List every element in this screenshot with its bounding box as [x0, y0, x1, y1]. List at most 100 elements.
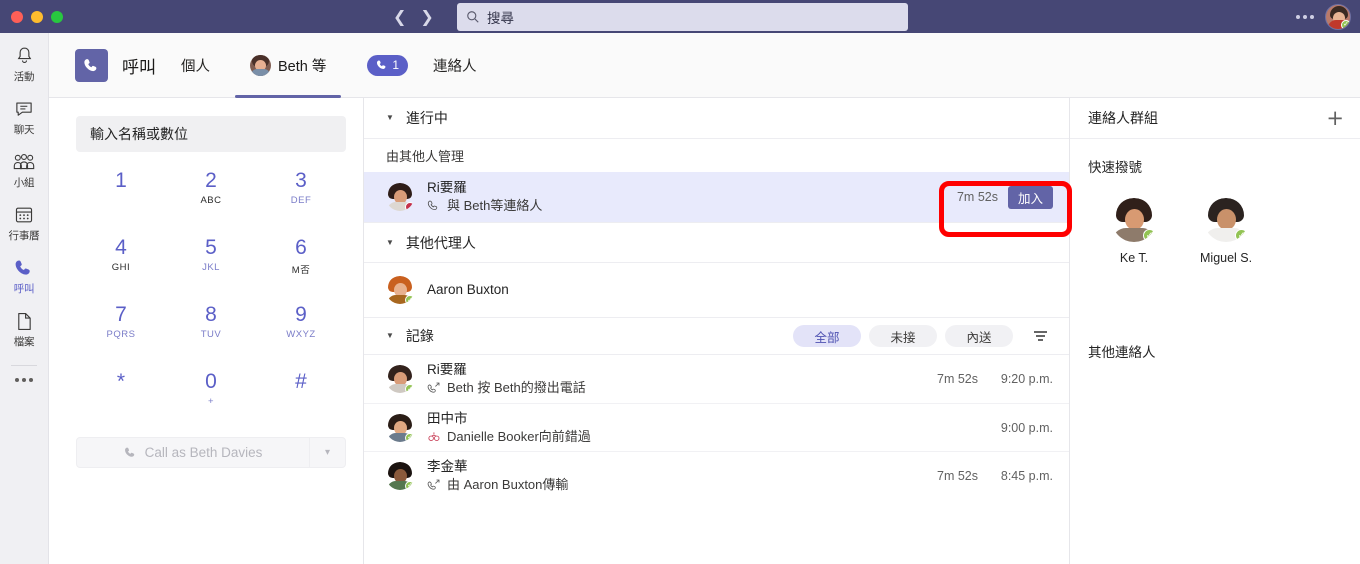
key-number: 5 [205, 236, 217, 259]
key-7[interactable]: 7 PQRS [76, 302, 166, 359]
contact-name: Ke T. [1119, 251, 1149, 265]
key-8[interactable]: 8 TUV [166, 302, 256, 359]
avatar: ✓ [386, 365, 414, 393]
dialpad-panel: 輸入名稱或數位 1 2 ABC 3 DEF 4 GHI 5 JKL 6 M否 7… [49, 98, 364, 564]
list-item[interactable]: ✓ Aaron Buxton [364, 263, 1069, 317]
plus-icon[interactable]: + [1326, 107, 1344, 129]
sidebar-item-calendar[interactable]: 行事曆 [0, 204, 49, 243]
dial-input[interactable]: 輸入名稱或數位 [76, 116, 346, 152]
key-number: 2 [205, 169, 217, 192]
left-nav-rail: 活動 聊天 小組 行事曆 呼叫 檔案 [0, 33, 49, 564]
tab-personal[interactable]: 個人 [166, 33, 225, 98]
subheader-label: 由其他人管理 [386, 149, 465, 164]
chevron-left-icon[interactable]: ❮ [393, 8, 406, 25]
filter-missed[interactable]: 未接 [869, 325, 937, 347]
active-call-actions: 7m 52s 加入 [940, 185, 1053, 209]
sidebar-item-label: 活動 [13, 71, 35, 83]
key-letters: GHI [111, 262, 131, 273]
key-number: 3 [295, 169, 307, 192]
call-subtitle: Beth 按 Beth的撥出電話 [447, 380, 586, 395]
chevron-down-icon[interactable]: ▾ [309, 438, 345, 467]
key-letters: M否 [291, 265, 311, 276]
sidebar-item-activity[interactable]: 活動 [0, 45, 49, 84]
status-badge: ✓ [405, 295, 414, 304]
speed-dial-item-miguel-s[interactable]: ✓ Miguel S. [1200, 198, 1252, 265]
teams-calls-window: ❮ ❯ 搜尋 ✓ 活動 聊天 小組 行事曆 呼叫 檔案 呼叫 個人 Beth 等… [0, 0, 1360, 564]
key-hash[interactable]: # [256, 369, 346, 426]
key-2[interactable]: 2 ABC [166, 168, 256, 225]
join-button[interactable]: 加入 [1007, 185, 1053, 209]
call-time: 9:00 p.m. [1000, 420, 1053, 435]
window-controls[interactable] [11, 10, 63, 23]
maximize-window-button[interactable] [51, 10, 63, 23]
teams-icon [12, 151, 36, 173]
avatar [386, 183, 414, 211]
key-5[interactable]: 5 JKL [166, 235, 256, 292]
phone-icon [427, 200, 438, 210]
overflow-menu-icon[interactable] [1296, 14, 1314, 19]
status-badge: ✓ [1143, 229, 1156, 242]
table-row[interactable]: ✓ 李金華 由 Aaron Buxton傳輸 7m 52s 8:45 p.m. [364, 451, 1069, 499]
status-badge: ✓ [1341, 19, 1350, 29]
call-as-button[interactable]: Call as Beth Davies ▾ [76, 437, 346, 468]
avatar[interactable]: ✓ [1325, 3, 1351, 30]
chevron-right-icon[interactable]: ❯ [420, 8, 433, 25]
filter-icon[interactable] [1034, 331, 1047, 341]
key-1[interactable]: 1 [76, 168, 166, 225]
call-duration: 7m 52s [937, 372, 978, 386]
group-header-in-progress[interactable]: ▼ 進行中 [364, 98, 1069, 139]
contact-name: Aaron Buxton [427, 282, 509, 297]
tab-avatar [250, 54, 271, 76]
tab-label: Beth 等 [278, 58, 327, 75]
key-9[interactable]: 9 WXYZ [256, 302, 346, 359]
key-star[interactable]: * [76, 369, 166, 426]
sidebar-item-teams[interactable]: 小組 [0, 151, 49, 190]
tab-contacts[interactable]: 連絡人 [418, 33, 492, 98]
chevron-down-icon: ▼ [386, 237, 394, 247]
group-header-other-delegates[interactable]: ▼ 其他代理人 [364, 222, 1069, 263]
close-window-button[interactable] [11, 10, 23, 23]
sidebar-item-calls[interactable]: 呼叫 [0, 257, 49, 296]
key-letters: WXYZ [286, 329, 316, 340]
outgoing-call-icon [427, 479, 440, 490]
minimize-window-button[interactable] [31, 10, 43, 23]
calls-app-icon [75, 48, 108, 82]
phone-icon [377, 60, 386, 69]
outgoing-call-icon [427, 382, 440, 393]
tab-beth-and-others[interactable]: Beth 等 [235, 33, 342, 98]
key-letters: JKL [202, 262, 220, 273]
key-letters: + [207, 396, 215, 407]
contact-name: 李金華 [427, 458, 468, 474]
sidebar-item-chat[interactable]: 聊天 [0, 98, 49, 137]
phone-icon [14, 257, 34, 279]
group-header-label: 記錄 [405, 328, 434, 344]
table-row[interactable]: ✓ Ri要羅 Beth 按 Beth的撥出電話 7m 52s 9:20 p.m. [364, 355, 1069, 403]
subheader-managed-by-others: 由其他人管理 [364, 139, 1069, 172]
table-row[interactable]: ✓ 田中市 Danielle Booker向前錯過 9:00 p.m. [364, 403, 1069, 451]
contacts-panel: 連絡人群組 + 快速撥號 ✓ Ke T. ✓ Miguel S. 其他連絡人 [1070, 98, 1360, 564]
active-calls-badge[interactable]: 1 [367, 54, 409, 76]
status-badge: ✓ [405, 480, 414, 490]
speed-dial-item-ke-t[interactable]: ✓ Ke T. [1112, 198, 1156, 265]
title-bar: ❮ ❯ 搜尋 ✓ [0, 0, 1360, 33]
chevron-down-icon[interactable]: ▼ [386, 332, 394, 340]
rail-divider [11, 365, 37, 366]
call-duration: 7m 52s [937, 468, 978, 483]
key-6[interactable]: 6 M否 [256, 235, 346, 292]
sidebar-item-label: 呼叫 [13, 283, 35, 295]
key-0[interactable]: 0 + [166, 369, 256, 426]
filter-all[interactable]: 全部 [793, 325, 861, 347]
sidebar-item-files[interactable]: 檔案 [0, 310, 49, 349]
tab-label: 個人 [181, 58, 210, 75]
phone-icon [84, 58, 97, 71]
status-badge: ✓ [405, 432, 414, 442]
search-input[interactable]: 搜尋 [457, 3, 908, 31]
key-4[interactable]: 4 GHI [76, 235, 166, 292]
filter-incoming[interactable]: 內送 [945, 325, 1013, 347]
rail-more-icon[interactable] [15, 378, 33, 382]
avatar: ✓ [1112, 198, 1156, 242]
active-call-row[interactable]: Ri要羅 與 Beth等連絡人 7m 52s 加入 [364, 172, 1069, 222]
avatar: ✓ [386, 413, 414, 442]
call-time: 8:45 p.m. [1000, 468, 1053, 483]
key-3[interactable]: 3 DEF [256, 168, 346, 225]
